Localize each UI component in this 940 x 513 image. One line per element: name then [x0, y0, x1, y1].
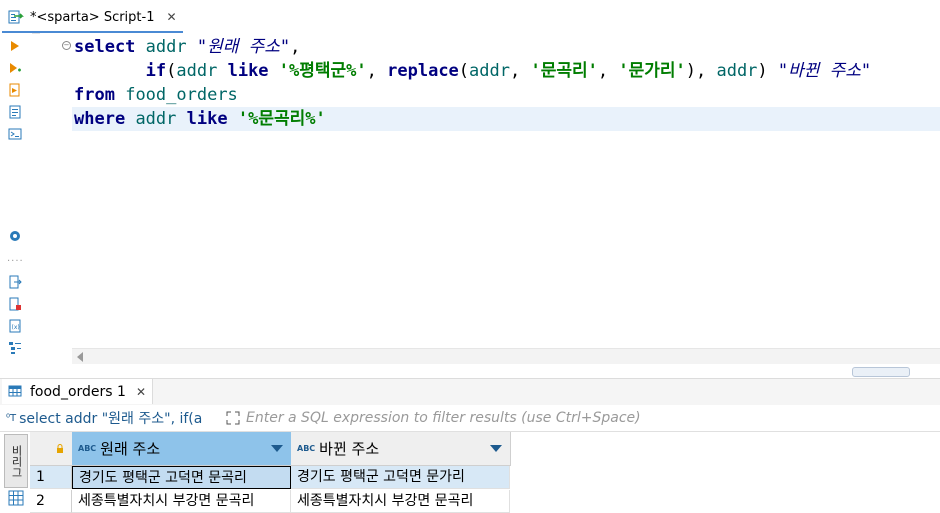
code-token: addr: [135, 109, 177, 129]
code-token: ,: [290, 37, 301, 57]
column-label: 원래 주소: [100, 440, 161, 458]
table-cell[interactable]: 경기도 평택군 고덕면 문곡리: [72, 466, 291, 489]
code-token: ),: [685, 61, 717, 81]
code-token: '%문곡리%': [237, 109, 326, 129]
column-label: 바뀐 주소: [319, 440, 380, 458]
explain-plan-icon[interactable]: [6, 103, 24, 121]
code-token: food_orders: [125, 85, 238, 105]
results-side-panel: 비리그: [0, 432, 30, 513]
outline-icon[interactable]: [6, 339, 24, 357]
code-line[interactable]: if(addr like '%평택군%', replace(addr, '문곡리…: [72, 59, 872, 83]
code-line[interactable]: select addr "원래 주소",: [72, 35, 300, 59]
code-token: (: [458, 61, 470, 81]
filter-bar: ⁰T select addr "원래 주소", if(a: [0, 405, 940, 432]
code-token: (: [166, 61, 177, 81]
code-token: "바뀐 주소": [777, 61, 872, 81]
column-header-changed-address[interactable]: ABC 바뀐 주소: [291, 432, 511, 466]
code-token: addr: [716, 61, 758, 81]
close-icon[interactable]: ✕: [136, 385, 146, 399]
code-token: ): [757, 61, 778, 81]
error-log-icon[interactable]: [6, 295, 24, 313]
execute-statement-icon[interactable]: [6, 37, 24, 55]
terminal-icon[interactable]: [6, 125, 24, 143]
editor-side-toolbar: ···· (x): [0, 33, 32, 371]
active-query: ⁰T select addr "원래 주소", if(a: [6, 405, 219, 431]
code-area[interactable]: select addr "원래 주소", if(addr like '%평택군%…: [72, 33, 940, 348]
editor-results-splitter[interactable]: [0, 364, 940, 378]
code-token: ,: [366, 61, 388, 81]
row-number-header[interactable]: [30, 432, 73, 466]
close-icon[interactable]: ✕: [166, 10, 176, 24]
text-type-icon: ABC: [78, 444, 97, 453]
code-token: where: [74, 109, 126, 129]
code-token: from: [74, 85, 115, 105]
active-query-text: select addr "원래 주소", if(a: [19, 411, 203, 427]
sort-dropdown-icon[interactable]: [490, 445, 502, 452]
tab-food-orders-1[interactable]: food_orders 1 ✕: [2, 379, 153, 404]
results-tab-bar: food_orders 1 ✕: [0, 378, 940, 406]
filter-input[interactable]: [246, 405, 936, 431]
settings-icon[interactable]: [6, 227, 24, 245]
export-icon[interactable]: [6, 273, 24, 291]
editor-gutter: −: [40, 33, 71, 348]
code-token: addr: [469, 61, 510, 81]
code-token: if: [145, 61, 167, 81]
tab-script-1[interactable]: *<sparta> Script-1 ✕: [2, 3, 183, 33]
svg-text:(x): (x): [12, 324, 20, 331]
code-line[interactable]: from food_orders: [72, 83, 238, 107]
code-token: addr: [176, 61, 218, 81]
table-cell[interactable]: 경기도 평택군 고덕면 문가리: [291, 466, 510, 489]
code-token: "원래 주소": [196, 37, 291, 57]
editor-tab-bar: *<sparta> Script-1 ✕: [0, 0, 940, 34]
fold-toggle-icon[interactable]: −: [62, 41, 71, 50]
sort-dropdown-icon[interactable]: [271, 445, 283, 452]
code-token: like: [186, 109, 228, 129]
scroll-left-icon[interactable]: [77, 352, 83, 362]
execute-in-new-tab-icon[interactable]: [6, 59, 24, 77]
code-token: '%평택군%': [278, 61, 367, 81]
code-token: '문곡리': [530, 61, 598, 81]
column-header-original-address[interactable]: ABC 원래 주소: [72, 432, 292, 466]
code-token: '문가리': [618, 61, 686, 81]
splitter-grip[interactable]: [852, 367, 910, 377]
code-line[interactable]: where addr like '%문곡리%': [72, 107, 940, 131]
variables-icon[interactable]: (x): [6, 317, 24, 335]
row-number[interactable]: 2: [30, 490, 72, 513]
code-token: select: [74, 37, 136, 57]
view-mode-tab[interactable]: 비리그: [4, 434, 28, 488]
lock-icon: [56, 440, 64, 458]
results-tab-title: food_orders 1: [30, 383, 126, 400]
code-token: ,: [597, 61, 619, 81]
execute-script-icon[interactable]: [6, 81, 24, 99]
sql-query-icon: ⁰T: [6, 412, 17, 424]
code-token: ,: [510, 61, 531, 81]
tab-title: *<sparta> Script-1: [30, 9, 155, 25]
expand-icon[interactable]: [222, 409, 244, 427]
row-number[interactable]: 1: [30, 466, 72, 489]
toolbar-separator: ····: [7, 256, 24, 267]
grid-view-icon[interactable]: [8, 490, 24, 510]
sql-script-icon: [8, 9, 24, 25]
sql-editor[interactable]: − select addr "원래 주소", if(addr like '%평택…: [40, 33, 940, 348]
code-token: like: [227, 61, 269, 81]
table-cell[interactable]: 세종특별자치시 부강면 문곡리: [72, 490, 291, 513]
editor-horizontal-scrollbar[interactable]: [72, 348, 940, 365]
text-type-icon: ABC: [297, 444, 316, 453]
table-cell[interactable]: 세종특별자치시 부강면 문곡리: [291, 490, 510, 513]
code-token: replace: [387, 61, 459, 81]
code-token: addr: [145, 37, 187, 57]
table-icon: [8, 384, 24, 400]
results-grid[interactable]: ABC 원래 주소 ABC 바뀐 주소 1 경기도 평택군 고덕면 문곡리 경기…: [30, 432, 511, 513]
